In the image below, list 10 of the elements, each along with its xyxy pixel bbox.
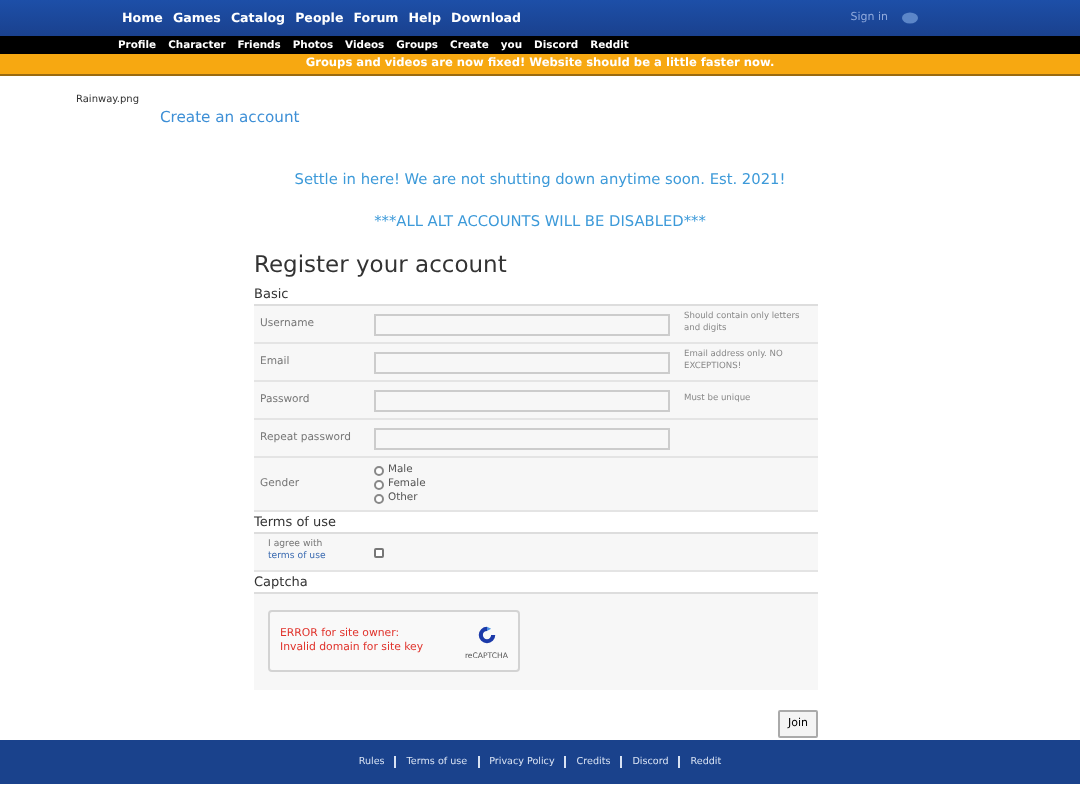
radio-button[interactable] — [374, 493, 384, 503]
radio-button[interactable] — [374, 465, 384, 475]
radio-button[interactable] — [374, 479, 384, 489]
input-field[interactable] — [374, 313, 670, 335]
form-title: Register your account — [254, 250, 509, 278]
recaptcha-icon — [475, 623, 498, 645]
checkbox[interactable] — [374, 547, 384, 557]
input-field[interactable] — [374, 389, 670, 411]
input-field[interactable] — [374, 351, 670, 373]
input-field[interactable] — [374, 427, 670, 449]
